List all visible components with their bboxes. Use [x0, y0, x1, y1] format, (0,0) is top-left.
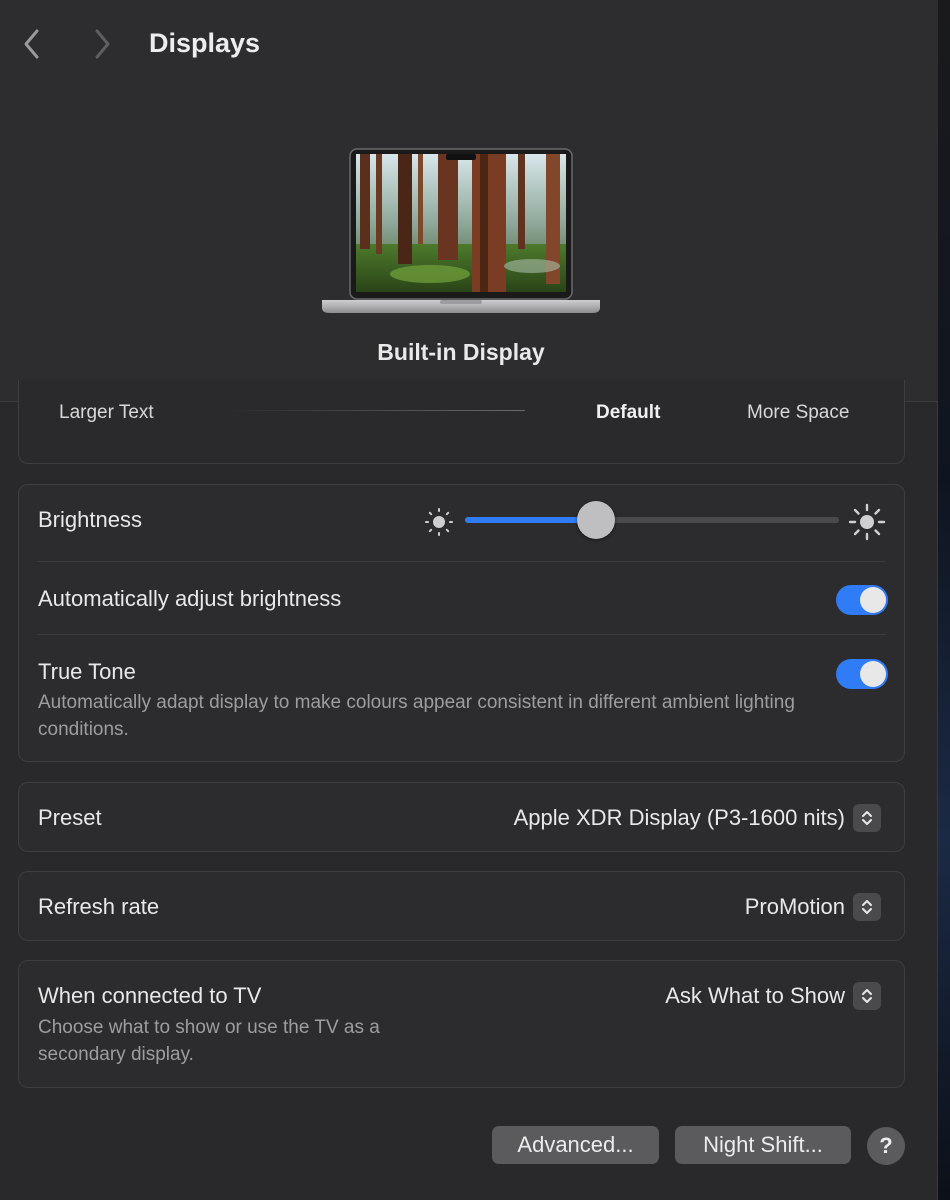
page-title: Displays — [149, 28, 261, 58]
refresh-rate-popup[interactable]: ProMotion — [745, 893, 881, 921]
preset-label: Preset — [38, 805, 102, 830]
tv-popup[interactable]: Ask What to Show — [665, 982, 881, 1010]
refresh-rate-value: ProMotion — [744, 894, 845, 919]
divider — [37, 634, 886, 635]
resolution-more-space[interactable]: More Space — [747, 402, 849, 424]
true-tone-label: True Tone — [38, 659, 136, 684]
divider — [37, 561, 886, 562]
back-button[interactable] — [14, 26, 50, 62]
brightness-slider-knob[interactable] — [576, 501, 615, 539]
refresh-rate-label: Refresh rate — [38, 894, 160, 919]
resolution-default[interactable]: Default — [596, 402, 660, 424]
refresh-rate-card: Refresh rate ProMotion — [18, 871, 905, 941]
tv-card: When connected to TV Choose what to show… — [18, 960, 905, 1088]
auto-brightness-label: Automatically adjust brightness — [38, 586, 342, 611]
advanced-button[interactable]: Advanced... — [492, 1126, 659, 1164]
auto-brightness-toggle[interactable] — [836, 585, 888, 615]
preset-card: Preset Apple XDR Display (P3-1600 nits) — [18, 782, 905, 852]
tv-value: Ask What to Show — [665, 983, 845, 1008]
toggle-knob — [860, 587, 886, 613]
toggle-knob — [860, 661, 886, 687]
laptop-display-icon[interactable] — [320, 148, 602, 318]
chevron-up-down-icon — [853, 804, 881, 832]
resolution-line — [225, 410, 525, 411]
sun-large-icon — [848, 503, 886, 541]
preset-value: Apple XDR Display (P3-1600 nits) — [513, 805, 845, 830]
brightness-slider[interactable] — [465, 501, 839, 539]
true-tone-toggle[interactable] — [836, 659, 888, 689]
chevron-left-icon — [24, 29, 39, 59]
tv-description: Choose what to show or use the TV as a s… — [38, 1017, 380, 1065]
help-button[interactable]: ? — [867, 1127, 905, 1165]
display-header: Displays Built-in Display — [0, 0, 938, 402]
brightness-card: Brightness Automatically adjust brightne… — [18, 484, 905, 762]
resolution-larger-text[interactable]: Larger Text — [59, 402, 154, 424]
chevron-up-down-icon — [853, 982, 881, 1010]
brightness-label: Brightness — [38, 507, 142, 532]
true-tone-description: Automatically adapt display to make colo… — [38, 692, 795, 740]
display-name: Built-in Display — [377, 339, 545, 365]
desktop-edge — [938, 0, 950, 1200]
forward-button[interactable] — [84, 26, 120, 62]
chevron-right-icon — [95, 29, 110, 59]
chevron-up-down-icon — [853, 893, 881, 921]
displays-window: Displays Built-in Display Larger Text De… — [0, 0, 938, 1200]
sun-small-icon — [425, 508, 453, 536]
preset-popup[interactable]: Apple XDR Display (P3-1600 nits) — [514, 804, 881, 832]
night-shift-button[interactable]: Night Shift... — [675, 1126, 851, 1164]
tv-label: When connected to TV — [38, 983, 262, 1008]
